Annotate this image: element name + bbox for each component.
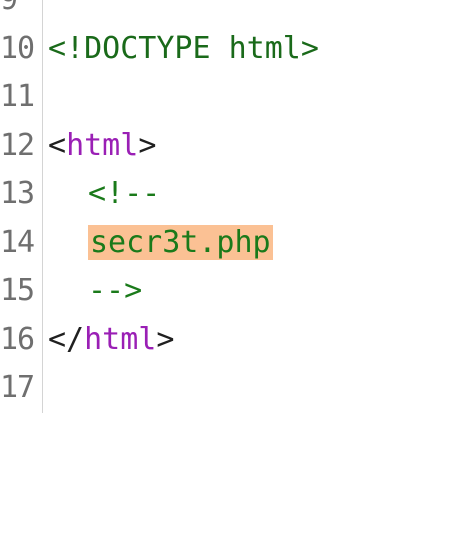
close-bracket: >	[156, 321, 175, 357]
line-content: </html>	[48, 316, 174, 365]
comment-open: <!--	[88, 176, 161, 211]
line-content: <!--	[48, 170, 160, 219]
line-content: secr3t.php	[48, 219, 273, 268]
code-line[interactable]: 16 </html>	[0, 315, 456, 365]
line-number: 10	[0, 24, 43, 73]
code-editor[interactable]: 9 10 <!DOCTYPE html> 11 12 <html> 13 <!-…	[0, 0, 456, 413]
code-line[interactable]: 14 secr3t.php	[0, 218, 456, 268]
line-content: <html>	[48, 122, 156, 171]
code-line[interactable]: 12 <html>	[0, 121, 456, 171]
code-line[interactable]: 10 <!DOCTYPE html>	[0, 24, 456, 74]
line-content: -->	[48, 267, 142, 316]
line-number: 17	[0, 364, 43, 413]
highlighted-comment-text[interactable]: secr3t.php	[88, 224, 273, 260]
line-number: 16	[0, 315, 43, 364]
open-bracket: <	[48, 127, 67, 163]
comment-close: -->	[88, 273, 143, 308]
html-open-tag: html	[66, 127, 139, 163]
html-close-tag: html	[84, 321, 157, 357]
doctype-declaration: <!DOCTYPE html>	[48, 30, 319, 66]
line-number: 14	[0, 218, 43, 267]
line-number: 13	[0, 170, 43, 219]
code-line[interactable]: 13 <!--	[0, 170, 456, 219]
code-line[interactable]: 11	[0, 73, 456, 122]
line-content: <!DOCTYPE html>	[48, 25, 319, 74]
close-bracket: >	[138, 127, 157, 163]
code-line[interactable]: 17	[0, 364, 456, 413]
line-number: 11	[0, 73, 43, 122]
line-number: 12	[0, 121, 43, 170]
code-line[interactable]: 15 -->	[0, 267, 456, 316]
line-number: 15	[0, 267, 43, 316]
open-bracket: </	[48, 321, 85, 357]
line-number: 9	[0, 0, 43, 25]
code-line[interactable]: 9	[0, 0, 456, 25]
